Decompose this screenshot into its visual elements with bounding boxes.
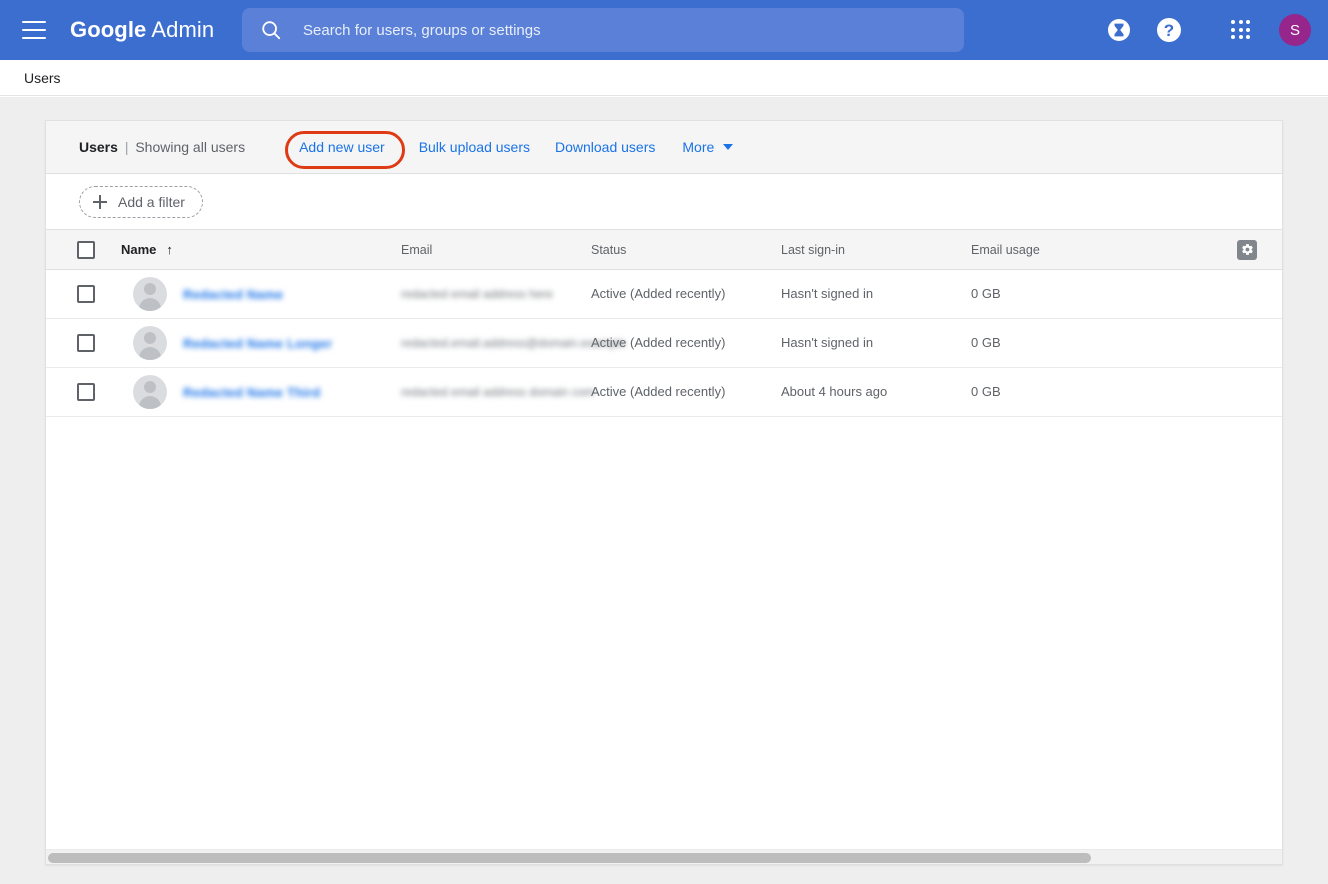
table-header: Name ↑ Email Status Last sign-in Email u… bbox=[46, 230, 1282, 270]
row-name-cell: Redacted Name Third bbox=[121, 375, 401, 409]
row-email-usage-cell: 0 GB bbox=[971, 383, 1151, 401]
hourglass-icon[interactable] bbox=[1108, 19, 1130, 41]
more-menu-button[interactable]: More bbox=[682, 139, 734, 155]
column-header-email-usage[interactable]: Email usage bbox=[971, 241, 1151, 259]
more-label: More bbox=[682, 139, 715, 155]
row-checkbox[interactable] bbox=[76, 383, 95, 401]
horizontal-scrollbar[interactable] bbox=[46, 849, 1282, 864]
row-select-cell bbox=[46, 383, 121, 401]
row-email-usage-cell: 0 GB bbox=[971, 285, 1151, 303]
page-title-text: Users bbox=[79, 139, 118, 155]
column-header-last-signin-label: Last sign-in bbox=[781, 242, 845, 257]
row-status-cell: Active (Added recently) bbox=[591, 383, 781, 401]
search-placeholder-text: Search for users, groups or settings bbox=[303, 21, 541, 39]
status-badge: Active (Added recently) bbox=[591, 384, 726, 399]
select-all-checkbox[interactable] bbox=[76, 240, 95, 259]
person-avatar-icon bbox=[133, 375, 167, 409]
person-avatar-icon bbox=[133, 277, 167, 311]
users-card: Users | Showing all users Add new user B… bbox=[45, 120, 1283, 865]
breadcrumb-bar: Users bbox=[0, 60, 1328, 96]
table-body: Redacted Name redacted email address her… bbox=[46, 270, 1282, 849]
page-subtitle-text: Showing all users bbox=[135, 139, 246, 155]
user-email-text: redacted email address here bbox=[401, 287, 554, 301]
row-checkbox[interactable] bbox=[76, 285, 95, 303]
header-actions: ? S bbox=[1108, 0, 1328, 60]
person-avatar-icon bbox=[133, 326, 167, 360]
brand-google-text: Google bbox=[70, 17, 147, 42]
select-all-cell bbox=[46, 240, 121, 259]
column-header-name-label: Name bbox=[121, 242, 157, 257]
caret-down-icon bbox=[723, 144, 734, 150]
column-header-status-label: Status bbox=[591, 242, 627, 257]
download-users-button[interactable]: Download users bbox=[555, 139, 655, 155]
user-name-link[interactable]: Redacted Name bbox=[183, 287, 283, 302]
user-email-text: redacted email address domain com bbox=[401, 385, 595, 399]
add-filter-button[interactable]: Add a filter bbox=[79, 185, 203, 218]
app-header: Google Admin Search for users, groups or… bbox=[0, 0, 1328, 60]
row-last-signin-cell: About 4 hours ago bbox=[781, 383, 971, 401]
column-header-last-signin[interactable]: Last sign-in bbox=[781, 241, 971, 259]
scrollbar-thumb[interactable] bbox=[48, 853, 1091, 863]
column-header-status[interactable]: Status bbox=[591, 241, 781, 259]
page-title: Users | Showing all users bbox=[79, 139, 245, 155]
row-last-signin-cell: Hasn't signed in bbox=[781, 334, 971, 352]
column-header-email[interactable]: Email bbox=[401, 241, 591, 259]
column-header-name[interactable]: Name ↑ bbox=[121, 242, 401, 257]
add-new-user-button[interactable]: Add new user bbox=[285, 131, 405, 169]
row-last-signin-cell: Hasn't signed in bbox=[781, 285, 971, 303]
row-email-cell: redacted.email.address@domain.example bbox=[401, 334, 626, 352]
column-header-email-label: Email bbox=[401, 242, 433, 257]
email-usage-text: 0 GB bbox=[971, 335, 1001, 350]
row-checkbox[interactable] bbox=[76, 334, 95, 352]
bulk-upload-users-button[interactable]: Bulk upload users bbox=[419, 139, 530, 155]
table-row[interactable]: Redacted Name Longer redacted.email.addr… bbox=[46, 319, 1282, 368]
last-signin-text: Hasn't signed in bbox=[781, 286, 874, 301]
row-select-cell bbox=[46, 334, 121, 352]
card-toolbar: Users | Showing all users Add new user B… bbox=[46, 121, 1282, 174]
user-email-text: redacted.email.address@domain.example bbox=[401, 336, 626, 350]
gear-glyph bbox=[1241, 244, 1253, 255]
row-select-cell bbox=[46, 285, 121, 303]
plus-icon bbox=[93, 194, 107, 209]
add-filter-label: Add a filter bbox=[118, 193, 185, 210]
row-name-cell: Redacted Name Longer bbox=[121, 326, 401, 360]
column-header-email-usage-label: Email usage bbox=[971, 242, 1040, 257]
user-name-link[interactable]: Redacted Name Third bbox=[183, 385, 320, 400]
row-email-cell: redacted email address domain com bbox=[401, 383, 595, 401]
title-separator: | bbox=[124, 139, 129, 155]
arrow-up-icon: ↑ bbox=[166, 242, 173, 257]
user-name-link[interactable]: Redacted Name Longer bbox=[183, 336, 332, 351]
brand-admin-text: Admin bbox=[151, 17, 215, 42]
search-input[interactable]: Search for users, groups or settings bbox=[242, 8, 964, 52]
avatar[interactable]: S bbox=[1279, 14, 1311, 46]
last-signin-text: About 4 hours ago bbox=[781, 384, 888, 399]
brand-logo: Google Admin bbox=[70, 17, 214, 43]
table-row[interactable]: Redacted Name redacted email address her… bbox=[46, 270, 1282, 319]
search-icon bbox=[262, 21, 281, 40]
status-badge: Active (Added recently) bbox=[591, 286, 726, 301]
row-email-usage-cell: 0 GB bbox=[971, 334, 1151, 352]
apps-grid-icon[interactable] bbox=[1231, 20, 1251, 40]
row-name-cell: Redacted Name bbox=[121, 277, 401, 311]
row-status-cell: Active (Added recently) bbox=[591, 285, 781, 303]
filter-row: Add a filter bbox=[46, 174, 1282, 230]
column-settings-cell bbox=[1151, 239, 1282, 260]
hamburger-menu-icon[interactable] bbox=[22, 21, 46, 39]
email-usage-text: 0 GB bbox=[971, 286, 1001, 301]
email-usage-text: 0 GB bbox=[971, 384, 1001, 399]
gear-icon[interactable] bbox=[1237, 239, 1257, 260]
hourglass-glyph bbox=[1114, 23, 1124, 37]
help-icon[interactable]: ? bbox=[1157, 18, 1181, 42]
table-row[interactable]: Redacted Name Third redacted email addre… bbox=[46, 368, 1282, 417]
page-canvas: Users | Showing all users Add new user B… bbox=[0, 97, 1328, 884]
last-signin-text: Hasn't signed in bbox=[781, 335, 874, 350]
breadcrumb[interactable]: Users bbox=[24, 70, 61, 86]
row-email-cell: redacted email address here bbox=[401, 285, 591, 303]
